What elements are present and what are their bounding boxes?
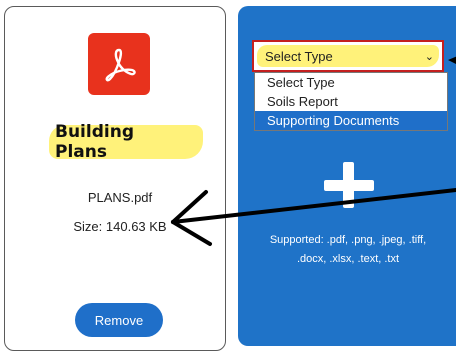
remove-button[interactable]: Remove xyxy=(75,303,163,337)
chevron-down-icon: ⌄ xyxy=(424,50,434,63)
dropdown-options: Select Type Soils Report Supporting Docu… xyxy=(254,72,448,131)
plus-icon[interactable] xyxy=(324,162,374,208)
select-highlight: Select Type ⌄ xyxy=(257,45,439,67)
supported-line-1: Supported: .pdf, .png, .jpeg, .tiff, xyxy=(269,234,427,246)
option-select-type[interactable]: Select Type xyxy=(255,73,447,92)
file-size-label: Size: 140.63 KB xyxy=(73,219,167,234)
file-card: Building Plans PLANS.pdf Size: 140.63 KB… xyxy=(4,6,226,351)
option-supporting-documents[interactable]: Supporting Documents xyxy=(255,111,447,130)
pdf-acrobat-icon xyxy=(88,33,150,95)
select-value: Select Type xyxy=(265,48,333,64)
supported-formats: Supported: .pdf, .png, .jpeg, .tiff, .do… xyxy=(252,231,444,269)
file-title-text: Building Plans xyxy=(55,122,134,162)
file-title: Building Plans xyxy=(49,122,203,162)
supported-line-2: .docx, .xlsx, .text, .txt xyxy=(296,253,400,265)
document-type-select[interactable]: Select Type ⌄ xyxy=(252,40,444,72)
option-soils-report[interactable]: Soils Report xyxy=(255,92,447,111)
file-name-label: PLANS.pdf xyxy=(87,190,153,205)
upload-dropzone[interactable]: Select Type ⌄ Select Type Soils Report S… xyxy=(238,6,456,346)
